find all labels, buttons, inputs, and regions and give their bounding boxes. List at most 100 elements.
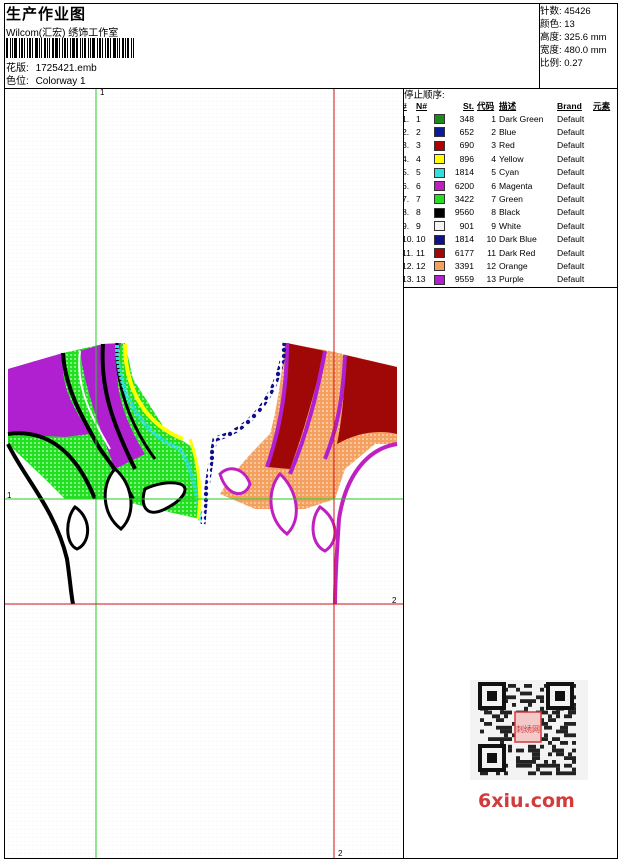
barcode-bar [110, 38, 111, 58]
color-row: 8. 8 9560 8 Black Default [402, 206, 618, 219]
row-stitches: 9559 [454, 274, 474, 285]
barcode-bar [133, 38, 134, 58]
qr-module [560, 725, 564, 730]
color-row: 9. 9 901 9 White Default [402, 219, 618, 232]
qr-module [572, 760, 576, 764]
qr-module [516, 748, 520, 753]
barcode-bar [82, 38, 83, 58]
qr-module [528, 744, 532, 749]
row-needle: 13 [416, 274, 426, 285]
qr-module [528, 703, 532, 707]
barcode-bar [117, 38, 118, 58]
row-index: 11. [402, 247, 414, 258]
row-needle: 10 [416, 234, 426, 245]
qr-module [564, 763, 568, 768]
row-code: 8 [491, 207, 496, 218]
color-swatch [434, 181, 445, 192]
design-file-row: 花版: 1725421.emb [6, 62, 97, 75]
table-header-row: # N# St. 代码 描述 Brand 元素 [402, 99, 618, 112]
qr-module [500, 729, 504, 734]
row-needle: 11 [416, 247, 425, 258]
studio-name: Wilcom(汇宏) 绣饰工作室 [6, 28, 119, 39]
row-stitches: 6200 [454, 180, 474, 191]
row-needle: 7 [416, 194, 421, 205]
qr-module [524, 699, 528, 703]
qr-module [500, 710, 504, 715]
qr-module [484, 710, 488, 715]
qr-module [568, 763, 572, 768]
design-height: 高度: 325.6 mm [540, 32, 607, 43]
color-row: 13. 13 9559 13 Purple Default [402, 273, 618, 286]
row-description: Magenta [499, 180, 533, 191]
qr-module [540, 771, 544, 776]
colorway-row: 色位: Colorway 1 [6, 75, 86, 88]
row-brand: Default [557, 234, 585, 245]
barcode-bar [55, 38, 58, 58]
color-swatch [434, 274, 445, 285]
row-description: Purple [499, 274, 524, 285]
qr-module [532, 748, 536, 753]
barcode-bar [19, 38, 20, 58]
qr-module [548, 771, 552, 776]
barcode-bar [44, 38, 46, 58]
row-element [593, 233, 618, 246]
qr-module [560, 748, 564, 753]
qr-module [520, 763, 524, 768]
qr-module [504, 737, 508, 741]
qr-module [552, 760, 556, 764]
barcode-bar [70, 38, 71, 58]
qr-module [572, 733, 576, 738]
qr-module [568, 752, 572, 757]
qr-module [504, 729, 508, 734]
barcode-bar [105, 38, 106, 58]
qr-module [552, 737, 556, 741]
barcode-bar [99, 38, 101, 58]
barcode-bar [47, 38, 48, 58]
row-swatch [434, 112, 448, 125]
color-row: 4. 4 896 4 Yellow Default [402, 152, 618, 165]
color-row: 11. 11 6177 11 Dark Red Default [402, 246, 618, 259]
row-element [593, 125, 618, 138]
barcode-bar [24, 38, 25, 58]
guide-label-right: 2 [392, 596, 397, 605]
qr-module [544, 725, 548, 730]
color-swatch [434, 167, 445, 178]
row-brand: Default [557, 194, 585, 205]
qr-module [560, 771, 564, 776]
barcode-bar [113, 38, 116, 58]
row-brand: Default [557, 153, 585, 164]
qr-module [488, 710, 492, 715]
qr-module [512, 684, 516, 688]
qr-module [508, 744, 512, 749]
color-row: 7. 7 3422 7 Green Default [402, 192, 618, 205]
qr-module [532, 699, 536, 703]
col-stitches: St. [463, 100, 474, 111]
qr-module [564, 714, 568, 719]
barcode-bar [10, 38, 11, 58]
qr-module [508, 684, 512, 688]
qr-module [552, 710, 556, 715]
barcode-bar [32, 38, 33, 58]
row-swatch [434, 166, 448, 179]
qr-module [564, 733, 568, 738]
barcode-bar [127, 38, 129, 58]
row-swatch [434, 139, 448, 152]
qr-module [508, 729, 512, 734]
barcode-bar [12, 38, 13, 58]
qr-module [524, 706, 528, 711]
color-row: 6. 6 6200 6 Magenta Default [402, 179, 618, 192]
qr-module [544, 771, 548, 776]
qr-module [572, 771, 576, 776]
qr-module [540, 744, 544, 749]
qr-module [564, 729, 568, 734]
qr-module [508, 725, 512, 730]
row-code: 5 [491, 167, 496, 178]
row-swatch [434, 246, 448, 259]
design-file-value: 1725421.emb [35, 63, 97, 74]
qr-module [560, 729, 564, 734]
row-swatch [434, 273, 448, 286]
row-needle: 12 [416, 260, 426, 271]
stitch-count: 针数: 45426 [540, 6, 591, 17]
barcode-bar [6, 38, 8, 58]
qr-module [548, 725, 552, 730]
